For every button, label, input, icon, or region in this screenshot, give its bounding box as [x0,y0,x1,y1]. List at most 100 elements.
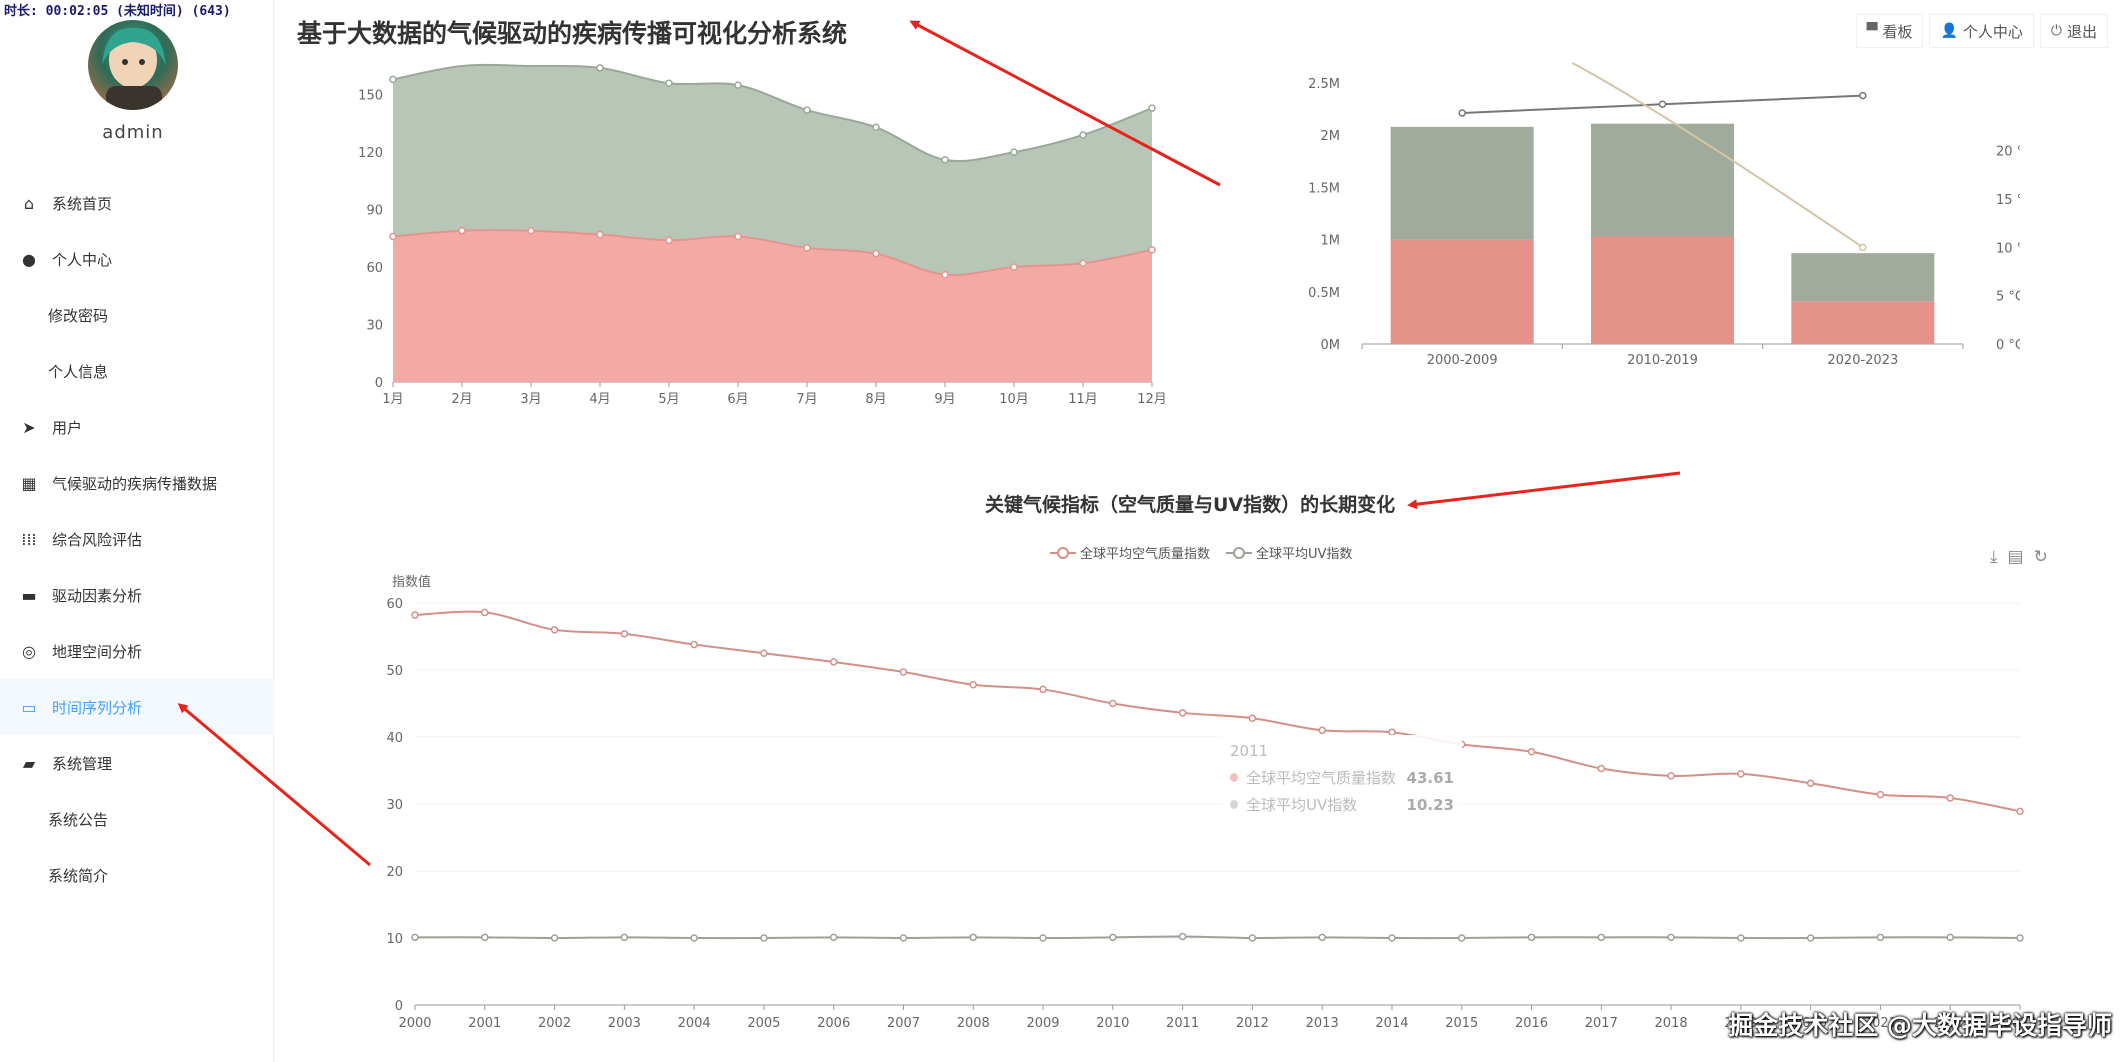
sidebar-item-3[interactable]: 个人信息 [0,343,274,399]
area-point [941,271,949,279]
username: admin [102,122,164,143]
x-tick-label: 2008 [957,1016,990,1031]
tooltip-title: 2011 [1230,741,1269,760]
sidebar-item-6[interactable]: ⁞⁞⁞ 综合风险评估 [0,511,274,567]
x-tick-label: 2009 [1026,1016,1059,1031]
series-point [2016,934,2024,942]
y-tick-label-right: 15 °C [1996,193,2020,208]
sidebar-item-label: 修改密码 [48,306,109,325]
bar-top [1791,253,1935,302]
series-point [1946,933,1954,942]
series-point [690,934,698,942]
sidebar-item-label: 气候驱动的疾病传播数据 [52,474,218,493]
y-tick-label: 30 [366,319,383,334]
x-tick-label: 2002 [538,1016,571,1031]
x-tick-label: 2010-2019 [1627,353,1698,368]
chart-toolbox: ⤓ ▤ ↻ [1990,547,2048,567]
y-tick-label: 40 [386,731,403,746]
sidebar-item-8[interactable]: ◎ 地理空间分析 [0,623,274,679]
secondary-point [1859,243,1867,252]
sidebar-item-12[interactable]: 系统简介 [0,847,274,903]
legend-item-air[interactable]: 全球平均空气质量指数 [1050,543,1210,562]
series-point [969,933,978,942]
legend-uv-label: 全球平均UV指数 [1256,547,1353,562]
sidebar-item-label: 地理空间分析 [52,642,143,661]
profile-button[interactable]: 👤 个人中心 [1929,14,2034,48]
x-tick-label: 2003 [608,1016,641,1031]
dashboard-button[interactable]: ▀ 看板 [1855,14,1924,48]
x-tick-label: 2005 [747,1016,780,1031]
series-point [760,934,768,942]
area-point [803,244,811,252]
y-tick-label-right: 20 °C [1996,145,2020,160]
ticket-icon: ▰ [22,753,36,773]
series-point [620,630,629,638]
x-tick-label: 2月 [451,392,472,407]
x-tick-label: 2001 [468,1016,501,1031]
bar-top [1390,126,1534,240]
sidebar-item-0[interactable]: ⌂ 系统首页 [0,175,274,231]
x-tick-label: 7月 [796,392,817,407]
area-point [1079,131,1087,139]
sidebar-item-7[interactable]: ▬ 驱动因素分析 [0,567,274,623]
sidebar-item-label: 个人中心 [52,250,113,269]
x-tick-label: 2012 [1236,1016,1269,1031]
temp-point [1658,100,1667,109]
x-tick-label: 10月 [999,392,1029,407]
refresh-icon[interactable]: ↻ [2034,547,2048,567]
series-point [411,933,419,942]
watermark: 掘金技术社区 @大数据毕设指导师 [1728,1011,2112,1040]
y-tick-label-right: 10 °C [1996,241,2020,256]
sidebar-item-label: 系统简介 [48,866,109,885]
sidebar-item-11[interactable]: 系统公告 [0,791,274,847]
sidebar-item-9[interactable]: ▭ 时间序列分析 [0,679,274,735]
recording-timer-overlay: 时长: 00:02:05 (未知时间) (643) [0,0,235,19]
tooltip-row-air: 全球平均空气质量指数 43.61 [1230,764,1454,791]
legend-item-uv[interactable]: 全球平均UV指数 [1226,543,1352,562]
area-point [803,106,811,114]
sidebar-item-10[interactable]: ▰ 系统管理 [0,735,274,791]
download-icon[interactable]: ⤓ [1990,547,1998,567]
series-point [1667,933,1675,942]
y-tick-label-left: 2.5M [1308,77,1340,92]
profile-button-label: 个人中心 [1962,22,2023,41]
x-tick-label: 8月 [865,392,886,407]
decade-bar-chart[interactable]: 0M 0.5M 1M 1.5M 2M 2.5M 0 °C 5 °C 10 °C 15 °C 20 °… [1280,55,2020,385]
bar-bottom [1591,236,1734,344]
y-tick-label: 20 [386,865,403,880]
home-icon: ⌂ [23,193,35,213]
data-view-icon[interactable]: ▤ [2008,547,2024,567]
avatar[interactable] [88,20,178,110]
y-tick-label: 120 [358,146,383,161]
briefcase-icon: ▬ [21,585,37,605]
dashboard-button-label: 看板 [1882,22,1913,41]
x-tick-label: 3月 [520,392,541,407]
y-tick-label-right: 5 °C [1996,290,2020,305]
user-icon: ● [22,249,36,269]
tooltip-air-value: 43.61 [1406,768,1454,787]
sidebar-item-label: 系统管理 [52,754,113,773]
sidebar-item-1[interactable]: ● 个人中心 [0,231,274,287]
monitor-icon: ▀ [1866,23,1878,39]
sidebar-item-5[interactable]: ▦ 气候驱动的疾病传播数据 [0,455,274,511]
monthly-area-chart[interactable]: 0 30 60 90 120 150 1月 2月 3月 4月 5月 6月 7月 8月 9月 10月 11月 12月 [340,60,1170,420]
sidebar-item-2[interactable]: 修改密码 [0,287,274,343]
bar-bottom [1791,301,1935,344]
logout-button[interactable]: ⏻ 退出 [2039,14,2108,48]
y-axis-label: 指数值 [392,574,431,590]
series-point [1109,933,1117,942]
series-point [411,611,419,619]
area-point [1148,246,1156,254]
series-point [481,608,489,617]
area-point [389,75,397,84]
tooltip-air-name: 全球平均空气质量指数 [1246,769,1397,787]
climate-index-line-chart[interactable]: 指数值 0 10 20 30 40 50 60 2000 2001 2002 2003 2004 2005… [370,570,2050,1040]
arrow-to-chart-title [1407,471,1681,510]
legend-uv-marker [1226,546,1253,559]
compass-icon: ◎ [22,641,36,661]
series-point [1876,933,1885,942]
sidebar-item-label: 用户 [52,418,83,437]
area-point [596,64,604,72]
sidebar-item-4[interactable]: ➤ 用户 [0,399,274,455]
area-point [1010,263,1018,271]
